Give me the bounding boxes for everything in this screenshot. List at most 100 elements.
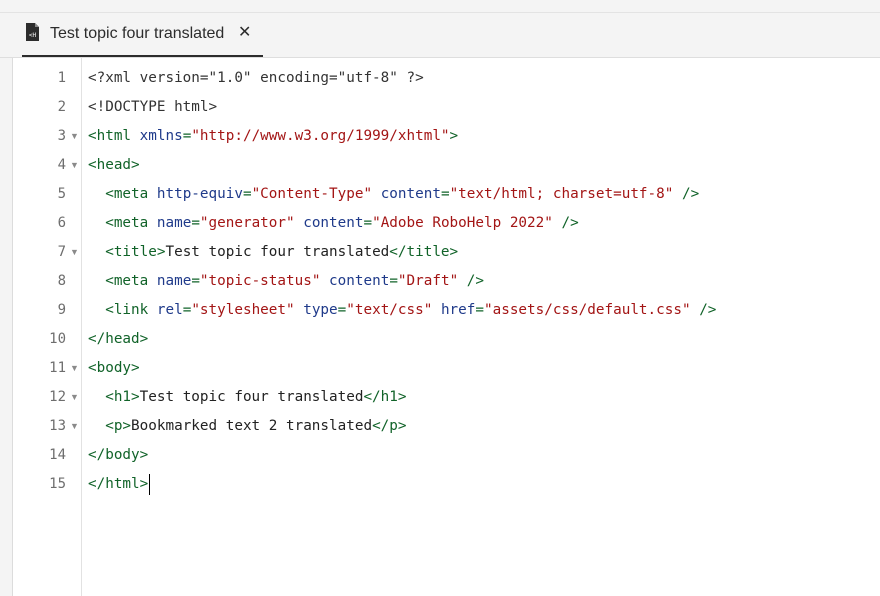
code-token: Test topic four translated (165, 244, 390, 260)
code-token: </body> (88, 447, 149, 463)
close-icon[interactable]: ✕ (238, 24, 251, 42)
code-token: Bookmarked text 2 translated (131, 418, 373, 434)
code-token: <!DOCTYPE html> (88, 99, 218, 115)
code-editor[interactable]: 1 <?xml version="1.0" encoding="utf-8" ?>… (12, 58, 880, 596)
code-token: name (156, 215, 192, 231)
code-token: <h1> (105, 389, 140, 405)
code-text: </body> (88, 441, 148, 470)
code-line[interactable]: 7 ▼ <title>Test topic four translated</ti… (13, 238, 880, 267)
code-token: "Draft" (397, 273, 459, 289)
code-token: content (380, 186, 441, 202)
line-number: 9 (57, 302, 66, 318)
code-text: <meta http-equiv="Content-Type" content=… (88, 180, 699, 209)
code-text: <html xmlns="http://www.w3.org/1999/xhtm… (88, 122, 458, 151)
tab-title: Test topic four translated (50, 25, 225, 42)
code-line[interactable]: 12 ▼ <h1>Test topic four translated</h1> (13, 383, 880, 412)
code-token: xmlns (139, 128, 183, 144)
code-text: <?xml version="1.0" encoding="utf-8" ?> (88, 64, 424, 93)
code-line[interactable]: 3 ▼ <html xmlns="http://www.w3.org/1999/xh… (13, 122, 880, 151)
fold-arrow-icon[interactable]: ▼ (70, 238, 79, 267)
code-token: = (440, 186, 450, 202)
code-text: </html> (88, 470, 151, 499)
svg-text:<H: <H (29, 32, 37, 39)
code-token: "Content-Type" (251, 186, 373, 202)
tab-topic[interactable]: <H Test topic four translated ✕ (22, 13, 263, 57)
code-token: </p> (372, 418, 407, 434)
code-token: type (303, 302, 338, 318)
line-number: 8 (57, 273, 66, 289)
code-token: /> (690, 302, 717, 318)
code-token: </h1> (363, 389, 407, 405)
line-number: 3 (57, 128, 66, 144)
code-line[interactable]: 8 <meta name="topic-status" content="Dra… (13, 267, 880, 296)
code-token: "Adobe RoboHelp 2022" (372, 215, 553, 231)
line-number: 15 (49, 476, 66, 492)
code-line[interactable]: 4 ▼ <head> (13, 151, 880, 180)
code-text: </head> (88, 325, 148, 354)
code-token: </html> (88, 476, 149, 492)
code-token: <p> (105, 418, 132, 434)
code-token: "assets/css/default.css" (484, 302, 691, 318)
code-token: /> (552, 215, 579, 231)
code-text: <body> (88, 354, 140, 383)
code-line[interactable]: 14 </body> (13, 441, 880, 470)
fold-arrow-icon[interactable]: ▼ (70, 151, 79, 180)
code-token: <html (88, 128, 140, 144)
line-number: 10 (49, 331, 66, 347)
code-text: <p>Bookmarked text 2 translated</p> (88, 412, 407, 441)
fold-arrow-icon[interactable]: ▼ (70, 383, 79, 412)
code-token: Test topic four translated (139, 389, 364, 405)
code-token: = (191, 273, 200, 289)
code-line[interactable]: 13 ▼ <p>Bookmarked text 2 translated</p> (13, 412, 880, 441)
code-token: http-equiv (156, 186, 243, 202)
code-token: </head> (88, 331, 149, 347)
code-line[interactable]: 1 <?xml version="1.0" encoding="utf-8" ?> (13, 64, 880, 93)
code-line[interactable]: 11 ▼ <body> (13, 354, 880, 383)
line-number: 14 (49, 447, 66, 463)
code-line[interactable]: 10 </head> (13, 325, 880, 354)
code-token: <meta (105, 186, 157, 202)
fold-arrow-icon[interactable]: ▼ (70, 354, 79, 383)
code-text: <meta name="generator" content="Adobe Ro… (88, 209, 579, 238)
code-line[interactable]: 15 </html> (13, 470, 880, 499)
fold-arrow-icon[interactable]: ▼ (70, 122, 79, 151)
code-line[interactable]: 9 <link rel="stylesheet" type="text/css"… (13, 296, 880, 325)
code-token: rel (156, 302, 183, 318)
code-token: = (337, 302, 347, 318)
code-token: = (242, 186, 252, 202)
code-token: "text/css" (346, 302, 433, 318)
code-token: <link (105, 302, 157, 318)
code-token: "text/html; charset=utf-8" (449, 186, 674, 202)
code-token: = (363, 215, 373, 231)
code-token: <meta (105, 215, 157, 231)
code-line[interactable]: 6 <meta name="generator" content="Adobe … (13, 209, 880, 238)
code-token: </title> (389, 244, 459, 260)
code-line[interactable]: 2 <!DOCTYPE html> (13, 93, 880, 122)
code-line[interactable]: 5 <meta http-equiv="Content-Type" conten… (13, 180, 880, 209)
code-token: <meta (105, 273, 157, 289)
html-file-icon: <H (26, 23, 39, 41)
line-number: 12 (49, 389, 66, 405)
tab-bar: <H Test topic four translated ✕ (0, 13, 880, 58)
code-text: <link rel="stylesheet" type="text/css" h… (88, 296, 716, 325)
code-token: "http://www.w3.org/1999/xhtml" (191, 128, 450, 144)
code-token: content (303, 215, 364, 231)
code-token: "generator" (199, 215, 295, 231)
code-token: <head> (88, 157, 140, 173)
line-number: 6 (57, 215, 66, 231)
code-text: <h1>Test topic four translated</h1> (88, 383, 407, 412)
code-token: /> (458, 273, 485, 289)
code-token: = (475, 302, 484, 318)
code-token: "stylesheet" (191, 302, 295, 318)
code-token: <?xml version="1.0" encoding="utf-8" ?> (88, 70, 424, 86)
code-token: "topic-status" (199, 273, 321, 289)
fold-arrow-icon[interactable]: ▼ (70, 412, 79, 441)
code-token: <title> (105, 244, 166, 260)
line-number: 2 (57, 99, 66, 115)
line-number: 11 (49, 360, 66, 376)
code-text: <meta name="topic-status" content="Draft… (88, 267, 484, 296)
